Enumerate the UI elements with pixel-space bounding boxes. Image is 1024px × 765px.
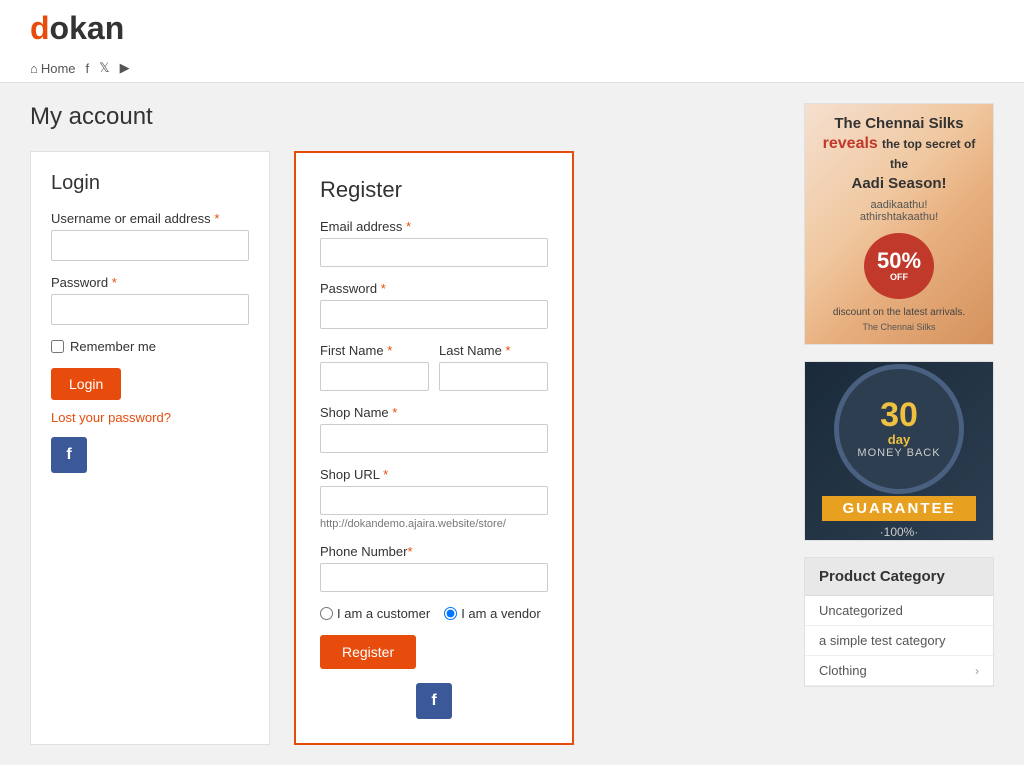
phone-group: Phone Number* <box>320 544 548 592</box>
remember-me-group: Remember me <box>51 339 249 354</box>
register-email-group: Email address * <box>320 219 548 267</box>
password-group: Password * <box>51 275 249 325</box>
nav-facebook[interactable]: f <box>86 61 90 76</box>
customer-radio[interactable] <box>320 607 333 620</box>
guarantee-pct: ·100%· <box>880 525 919 539</box>
register-email-input[interactable] <box>320 238 548 267</box>
customer-radio-label[interactable]: I am a customer <box>320 606 430 621</box>
username-group: Username or email address * <box>51 211 249 261</box>
lost-password-link[interactable]: Lost your password? <box>51 410 249 425</box>
lastname-group: Last Name * <box>439 343 548 391</box>
username-input[interactable] <box>51 230 249 261</box>
lastname-label: Last Name * <box>439 343 548 358</box>
vendor-radio[interactable] <box>444 607 457 620</box>
category-simple-test: a simple test category <box>819 633 945 648</box>
login-facebook-button[interactable]: f <box>51 437 87 473</box>
nav-home[interactable]: ⌂ Home <box>30 61 76 76</box>
shopname-label: Shop Name * <box>320 405 548 420</box>
ad-tagline: discount on the latest arrivals. <box>833 307 965 318</box>
nav-youtube[interactable]: ▶ <box>120 60 130 76</box>
list-item[interactable]: Clothing › <box>805 656 993 686</box>
page-title: My account <box>30 103 784 131</box>
list-item[interactable]: a simple test category <box>805 626 993 656</box>
firstname-input[interactable] <box>320 362 429 391</box>
facebook-icon: f <box>86 61 90 76</box>
category-clothing: Clothing <box>819 663 867 678</box>
phone-input[interactable] <box>320 563 548 592</box>
badge-shape: 30 day MONEY BACK <box>834 364 964 494</box>
phone-label: Phone Number* <box>320 544 548 559</box>
list-item[interactable]: Uncategorized <box>805 596 993 626</box>
lastname-input[interactable] <box>439 362 548 391</box>
logo-d: d <box>30 10 50 46</box>
vendor-label: I am a vendor <box>461 606 541 621</box>
product-category-box: Product Category Uncategorized a simple … <box>804 557 994 687</box>
register-password-label: Password * <box>320 281 548 296</box>
shopurl-input[interactable] <box>320 486 548 515</box>
sidebar: The Chennai Silks reveals the top secret… <box>804 103 994 745</box>
product-category-list: Uncategorized a simple test category Clo… <box>805 596 993 686</box>
logo-rest: okan <box>50 10 125 46</box>
guarantee-ribbon: GUARANTEE <box>822 496 975 521</box>
youtube-icon: ▶ <box>120 60 130 76</box>
login-password-input[interactable] <box>51 294 249 325</box>
register-fb-center: f <box>320 683 548 719</box>
ad-image: The Chennai Silks reveals the top secret… <box>805 104 993 344</box>
middle-area: Login Username or email address * Passwo… <box>30 151 784 745</box>
login-button[interactable]: Login <box>51 368 121 400</box>
discount-pct: 50% <box>877 250 921 272</box>
discount-off: OFF <box>890 272 908 282</box>
nav-home-label: Home <box>41 61 76 76</box>
vendor-radio-label[interactable]: I am a vendor <box>444 606 541 621</box>
register-email-label: Email address * <box>320 219 548 234</box>
register-facebook-button[interactable]: f <box>416 683 452 719</box>
remember-me-label: Remember me <box>70 339 156 354</box>
role-group: I am a customer I am a vendor <box>320 606 548 621</box>
nav-twitter[interactable]: 𝕏 <box>99 60 109 76</box>
ad-aadi: aadikaathu! athirshtakaathu! <box>860 199 938 223</box>
password-label: Password * <box>51 275 249 290</box>
content-area: My account Login Username or email addre… <box>30 103 784 745</box>
guarantee-money-back: MONEY BACK <box>857 447 940 459</box>
register-password-group: Password * <box>320 281 548 329</box>
site-header: dokan ⌂ Home f 𝕏 ▶ <box>0 0 1024 83</box>
shopurl-hint: http://dokandemo.ajaira.website/store/ <box>320 518 548 530</box>
sidebar-ad: The Chennai Silks reveals the top secret… <box>804 103 994 345</box>
register-title: Register <box>320 177 548 203</box>
site-logo: dokan <box>30 12 994 54</box>
remember-me-checkbox[interactable] <box>51 340 64 353</box>
ad-brand: The Chennai Silks <box>862 322 935 334</box>
username-label: Username or email address * <box>51 211 249 226</box>
product-category-title: Product Category <box>805 558 993 596</box>
register-section: Register Email address * Password * <box>294 151 574 745</box>
site-nav: ⌂ Home f 𝕏 ▶ <box>30 54 994 82</box>
firstname-label: First Name * <box>320 343 429 358</box>
register-button[interactable]: Register <box>320 635 416 669</box>
category-uncategorized: Uncategorized <box>819 603 903 618</box>
shopname-input[interactable] <box>320 424 548 453</box>
guarantee-badge: 30 day MONEY BACK GUARANTEE ·100%· <box>804 361 994 541</box>
home-icon: ⌂ <box>30 61 38 76</box>
customer-label: I am a customer <box>337 606 430 621</box>
register-password-input[interactable] <box>320 300 548 329</box>
guarantee-days: 30 <box>880 398 918 432</box>
ad-50-badge: 50% OFF <box>864 233 934 299</box>
twitter-icon: 𝕏 <box>99 60 109 76</box>
login-title: Login <box>51 172 249 195</box>
shopurl-label: Shop URL * <box>320 467 548 482</box>
name-row: First Name * Last Name * <box>320 343 548 405</box>
guarantee-day-label: day <box>888 432 910 447</box>
firstname-group: First Name * <box>320 343 429 391</box>
login-section: Login Username or email address * Passwo… <box>30 151 270 745</box>
shopurl-group: Shop URL * http://dokandemo.ajaira.websi… <box>320 467 548 530</box>
chevron-right-icon: › <box>975 664 979 678</box>
ad-title: The Chennai Silks reveals the top secret… <box>815 114 983 193</box>
shopname-group: Shop Name * <box>320 405 548 453</box>
